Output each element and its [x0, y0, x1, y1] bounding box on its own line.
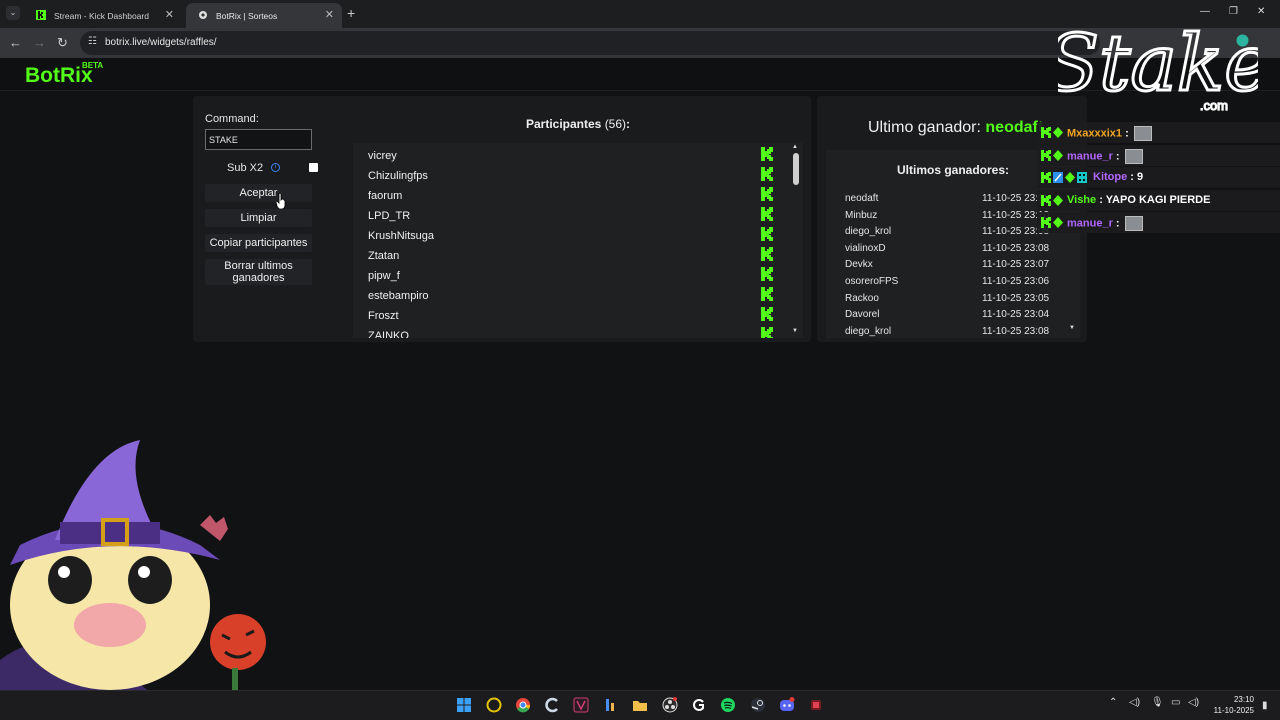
gem-badge-icon [1053, 149, 1063, 161]
gem-badge-icon [1065, 172, 1075, 183]
svg-text:.com: .com [1200, 98, 1228, 113]
winner-name: Rackoo [845, 292, 879, 304]
app-chart-icon[interactable] [603, 697, 619, 713]
winner-name: Minbuz [845, 209, 878, 221]
chat-badges [1041, 194, 1063, 206]
system-clock[interactable]: 23:10 11-10-2025 [1208, 694, 1254, 716]
winner-time: 11-10-25 23:08 [982, 242, 1050, 254]
gem-badge-icon [1053, 127, 1063, 138]
chat-username[interactable]: manue_r [1067, 150, 1113, 162]
winner-time: 11-10-25 23:07 [982, 259, 1050, 271]
steam-icon[interactable] [750, 697, 766, 713]
tray-overflow-icon[interactable]: ⌃ [1109, 697, 1117, 708]
network-icon[interactable]: ▭ [1171, 697, 1180, 708]
gem-badge-icon [1053, 194, 1063, 206]
screen: ⌄ Stream - Kick Dashboard ✕ BotRix | Sor… [0, 0, 1280, 720]
clock-date: 11-10-2025 [1213, 706, 1254, 715]
kick-badge-icon [1041, 194, 1051, 206]
winner-row: diego_krol 11-10-25 23:08 [845, 326, 1065, 338]
chat-message: Vishe : YAPO KAGI PIERDE [1037, 189, 1280, 211]
opera-icon[interactable] [486, 697, 502, 713]
spotify-icon[interactable] [720, 697, 736, 713]
cat-witch-mascot [0, 440, 266, 692]
chat-badges [1041, 172, 1087, 183]
speaker-icon[interactable]: ◁) [1129, 697, 1140, 708]
gem-badge-icon [1053, 217, 1063, 228]
winner-row: Davorel 11-10-25 23:04 [845, 309, 1065, 325]
chat-username[interactable]: Mxaxxxix1 [1067, 127, 1122, 139]
chat-separator: : [1112, 149, 1123, 162]
winner-name: Devkx [845, 259, 873, 271]
winner-row: neodaft 11-10-25 23:11 [845, 193, 1065, 209]
chat-separator: : [1096, 193, 1106, 206]
kick-badge-icon [1041, 149, 1051, 161]
kick-badge-icon [1041, 127, 1051, 138]
chat-username[interactable]: manue_r [1067, 217, 1113, 229]
chat-separator: : [1122, 127, 1132, 140]
winner-time: 11-10-25 23:06 [982, 276, 1050, 287]
winners-scroll-down-icon[interactable]: ▼ [1069, 325, 1075, 331]
winner-row: vialinoxD 11-10-25 23:08 [845, 243, 1065, 259]
grid-badge-icon [1077, 172, 1087, 183]
chat-badges [1041, 149, 1063, 161]
folder-icon[interactable] [632, 697, 648, 713]
volume-icon[interactable]: ◁) [1188, 697, 1199, 708]
winner-time: 11-10-25 23:05 [982, 292, 1050, 304]
kick-badge-icon [1041, 172, 1051, 183]
kick-badge-icon [1041, 217, 1051, 228]
winner-name: Davorel [845, 309, 880, 321]
chat-emote [1133, 126, 1152, 141]
app-g-icon[interactable] [691, 697, 707, 713]
chat-username[interactable]: Kitope [1093, 171, 1127, 183]
winner-row: diego_krol 11-10-25 23:08 [845, 226, 1065, 242]
chat-separator: : [1127, 171, 1138, 183]
chat-message: manue_r : [1037, 212, 1280, 233]
winner-row: Devkx 11-10-25 23:07 [845, 259, 1065, 275]
chat-overlay: Mxaxxxix1 : manue_r : Kitope : 9 Vishe : … [1037, 122, 1280, 234]
chat-text: 9 [1137, 171, 1144, 183]
chat-username[interactable]: Vishe [1067, 194, 1096, 206]
chat-separator: : [1112, 217, 1123, 230]
chat-text: YAPO KAGI PIERDE [1105, 193, 1211, 206]
app-v-icon[interactable] [573, 697, 589, 713]
winner-name: osoreroFPS [845, 276, 899, 287]
chat-badges [1041, 127, 1063, 138]
discord-icon[interactable] [779, 697, 795, 713]
notification-bell-icon[interactable]: ▮ [1262, 700, 1268, 711]
winner-name: neodaft [845, 193, 879, 204]
mod-badge-icon [1053, 172, 1063, 183]
svg-text:Stake: Stake [1058, 19, 1258, 109]
chat-message: Kitope : 9 [1037, 167, 1280, 188]
winner-time: 11-10-25 23:08 [982, 325, 1050, 337]
clock-time: 23:10 [1233, 695, 1254, 704]
chat-message: manue_r : [1037, 144, 1280, 166]
chrome-icon[interactable] [515, 697, 531, 713]
chat-emote [1124, 216, 1143, 231]
obs-icon[interactable] [662, 697, 678, 713]
chat-emote [1124, 148, 1143, 164]
winner-row: Minbuz 11-10-25 23:10 [845, 210, 1065, 226]
winner-name: vialinoxD [845, 242, 886, 254]
app-red-icon[interactable] [808, 697, 824, 713]
ccleaner-icon[interactable] [544, 697, 560, 713]
winner-row: osoreroFPS 11-10-25 23:06 [845, 276, 1065, 292]
winner-row: Rackoo 11-10-25 23:05 [845, 293, 1065, 309]
winner-time: 11-10-25 23:04 [982, 309, 1050, 321]
chat-badges [1041, 217, 1063, 228]
stake-logo: Stake .com [1058, 18, 1258, 114]
winner-name: diego_krol [845, 226, 892, 238]
chat-message: Mxaxxxix1 : [1037, 122, 1280, 143]
windows-start-icon[interactable] [456, 697, 472, 713]
microphone-icon[interactable]: 🎙 [1151, 697, 1164, 708]
winner-name: diego_krol [845, 325, 892, 337]
